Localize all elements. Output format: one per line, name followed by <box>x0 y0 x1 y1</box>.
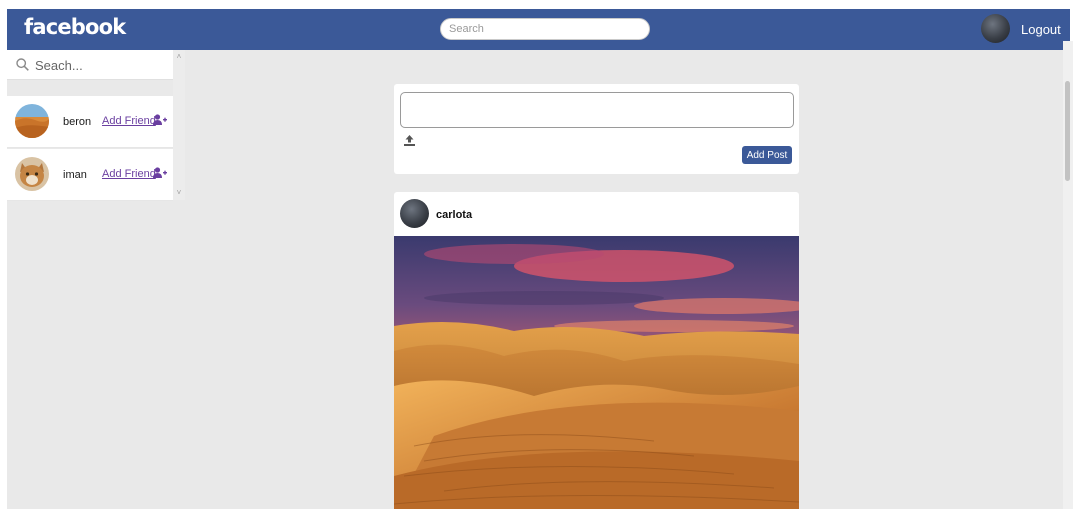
add-friend-link[interactable]: Add Friend <box>102 115 156 127</box>
page-scrollbar-thumb[interactable] <box>1065 81 1070 181</box>
post-composer: Add Post <box>394 84 799 174</box>
add-post-button[interactable]: Add Post <box>742 146 792 164</box>
sidebar-search <box>7 50 173 80</box>
header-search-input[interactable] <box>440 18 650 40</box>
post-text-input[interactable] <box>400 92 794 128</box>
upload-icon[interactable] <box>404 135 415 146</box>
sidebar-search-input[interactable] <box>35 54 169 76</box>
search-icon <box>16 58 29 71</box>
friend-list-item: iman Add Friend <box>7 149 173 201</box>
feed-post: carlota <box>394 192 799 509</box>
post-image-desert-sunset[interactable] <box>394 236 799 509</box>
top-navigation-bar: facebook Logout <box>7 9 1070 50</box>
page-scrollbar[interactable] <box>1063 41 1073 509</box>
post-author-name[interactable]: carlota <box>436 209 472 221</box>
current-user-avatar[interactable] <box>981 14 1010 43</box>
add-friend-icon[interactable] <box>153 114 167 125</box>
add-friend-icon[interactable] <box>153 167 167 178</box>
scroll-down-arrow-icon[interactable]: ˅ <box>175 189 183 197</box>
friends-sidebar: beron Add Friend i <box>7 50 185 201</box>
logout-button[interactable]: Logout <box>1021 22 1061 37</box>
sidebar-scrollbar[interactable]: ˄ ˅ <box>173 50 185 200</box>
post-author-avatar[interactable] <box>400 199 429 228</box>
friend-list-item: beron Add Friend <box>7 96 173 148</box>
add-friend-link[interactable]: Add Friend <box>102 168 156 180</box>
friend-name[interactable]: beron <box>63 116 91 128</box>
scroll-up-arrow-icon[interactable]: ˄ <box>175 53 183 61</box>
friend-name[interactable]: iman <box>63 169 87 181</box>
facebook-logo[interactable]: facebook <box>24 15 126 39</box>
app-frame: facebook Logout beron Add Friend <box>7 9 1070 509</box>
friend-avatar-cat <box>15 157 49 191</box>
friend-avatar-desert <box>15 104 49 138</box>
